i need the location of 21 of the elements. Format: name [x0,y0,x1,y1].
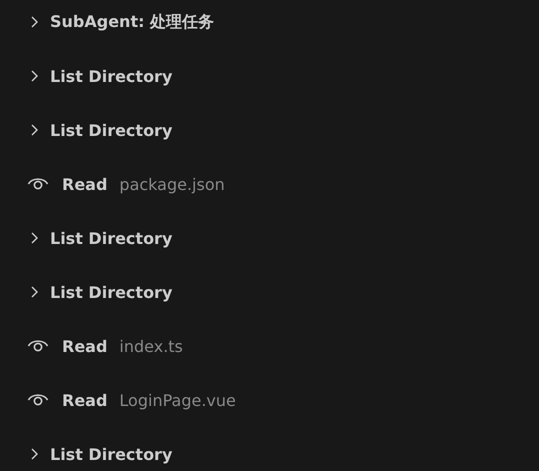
tool-call-group[interactable]: List Directory [0,54,539,98]
group-title: List Directory [50,120,172,140]
eye-icon [27,338,49,354]
group-title: List Directory [50,228,172,248]
eye-icon [27,176,49,192]
file-name[interactable]: index.ts [119,336,183,356]
file-name[interactable]: LoginPage.vue [119,390,236,410]
tool-call-group[interactable]: List Directory [0,216,539,260]
tool-call-group[interactable]: List Directory [0,432,539,471]
tool-call-group[interactable]: SubAgent: 处理任务 [0,0,539,44]
read-label: Read [62,390,108,410]
group-title: List Directory [50,66,172,86]
tool-call-group[interactable]: List Directory [0,270,539,314]
tool-call-group[interactable]: List Directory [0,108,539,152]
read-label: Read [62,174,108,194]
group-title: List Directory [50,282,172,302]
group-title: SubAgent: 处理任务 [50,12,214,32]
file-name[interactable]: package.json [119,174,225,194]
eye-icon [27,392,49,408]
read-label: Read [62,336,108,356]
group-title: List Directory [50,444,172,464]
